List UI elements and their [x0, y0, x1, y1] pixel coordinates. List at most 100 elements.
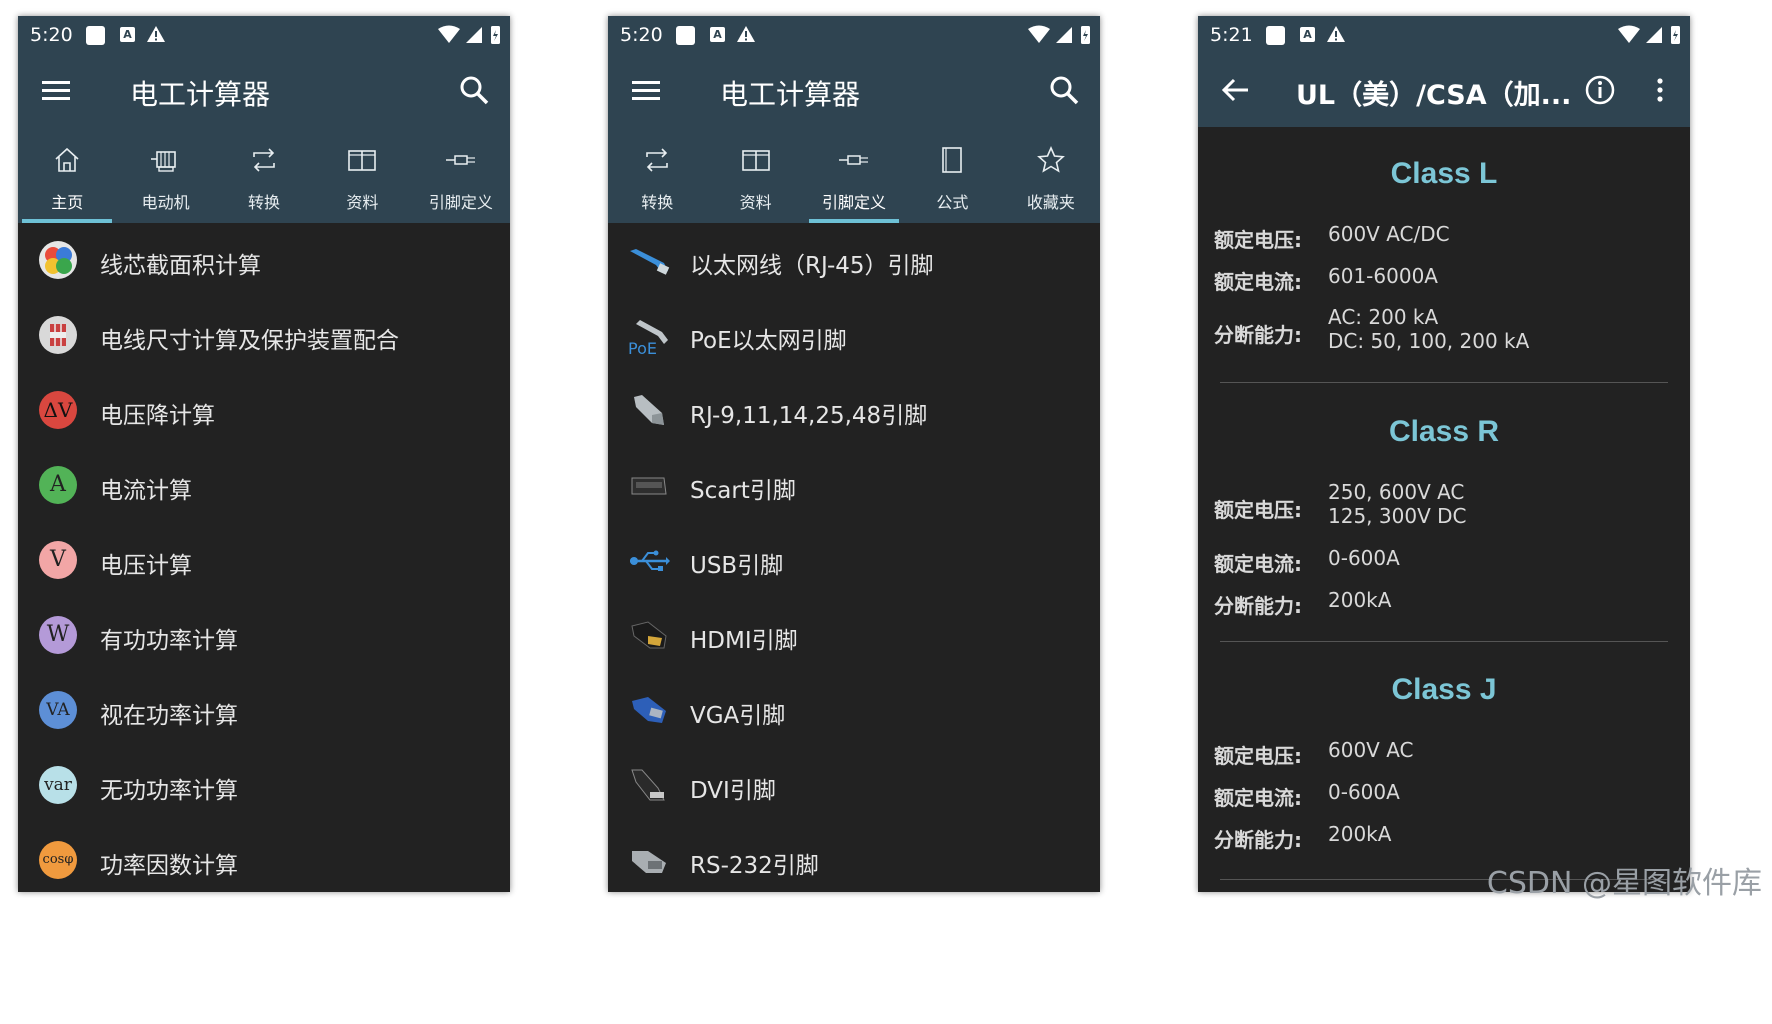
tab-label: 主页 — [51, 193, 84, 212]
list-item[interactable]: A 电流计算 — [18, 448, 510, 523]
current-label: 额定电流: — [1214, 552, 1302, 576]
item-label: Scart引脚 — [690, 478, 796, 504]
hdmi-connector-icon — [631, 621, 667, 649]
watermark: CSDN @星图软件库 — [1486, 866, 1762, 901]
list-item[interactable]: Scart引脚 — [608, 448, 1100, 523]
list-item[interactable]: var 无功功率计算 — [18, 748, 510, 823]
list-item[interactable]: V 电压计算 — [18, 523, 510, 598]
var-icon: var — [39, 766, 77, 804]
connector-icon — [839, 155, 869, 165]
dvi-connector-icon — [631, 769, 665, 801]
breaking-label: 分断能力: — [1214, 323, 1302, 347]
menu-icon[interactable] — [38, 72, 74, 108]
voltage-value: 600V AC/DC — [1328, 222, 1450, 246]
divider — [1220, 641, 1668, 642]
phone-screen-fuse-classes: 5:21 A UL（美）/CSA（加... Class L 额定电压: 600V… — [1198, 16, 1690, 892]
tab-reference[interactable]: 资料 — [313, 127, 411, 223]
current-label: 额定电流: — [1214, 786, 1302, 810]
tab-label: 收藏夹 — [1026, 193, 1075, 212]
app-bar: UL（美）/CSA（加... — [1198, 54, 1690, 127]
notification-icon — [676, 26, 695, 45]
more-vertical-icon[interactable] — [1642, 72, 1678, 108]
item-label: 线芯截面积计算 — [100, 253, 261, 279]
list-item[interactable]: 电线尺寸计算及保护装置配合 — [18, 298, 510, 373]
breaking-value: 200kA — [1328, 588, 1392, 612]
list-item[interactable]: ΔV 电压降计算 — [18, 373, 510, 448]
convert-icon — [253, 148, 275, 172]
voltage-drop-icon: ΔV — [39, 391, 77, 429]
list-item[interactable]: RJ-9,11,14,25,48引脚 — [608, 373, 1100, 448]
cos-phi-icon: cosφ — [39, 841, 77, 879]
info-icon[interactable] — [1582, 72, 1618, 108]
tab-reference[interactable]: 资料 — [706, 127, 804, 223]
a-notification-icon: A — [1300, 27, 1315, 42]
app-title: 电工计算器 — [720, 78, 861, 111]
breaking-value: AC: 200 kA — [1328, 305, 1439, 329]
menu-icon[interactable] — [628, 72, 664, 108]
search-icon[interactable] — [456, 72, 492, 108]
warning-icon — [1327, 26, 1345, 42]
phone-screen-pinouts: 5:20 A 电工计算器 转换 资料 引脚定义 公式 收藏夹 以太网线（RJ-4… — [608, 16, 1100, 892]
list-item[interactable]: W 有功功率计算 — [18, 598, 510, 673]
class-title: Class L — [1390, 157, 1498, 190]
item-label: PoE以太网引脚 — [690, 328, 847, 354]
tab-pinout[interactable]: 引脚定义 — [412, 127, 510, 223]
list-item[interactable]: 以太网线（RJ-45）引脚 — [608, 223, 1100, 298]
va-icon: VA — [39, 691, 77, 729]
usb-icon — [630, 550, 670, 571]
a-notification-icon: A — [710, 27, 725, 42]
tab-convert[interactable]: 转换 — [215, 127, 313, 223]
svg-text:PoE: PoE — [628, 339, 657, 358]
tab-label: 公式 — [936, 193, 969, 212]
item-label: 视在功率计算 — [100, 703, 238, 729]
list-item[interactable]: cosφ 功率因数计算 — [18, 823, 510, 892]
ethernet-cable-icon — [630, 249, 670, 275]
list-item[interactable]: RS-232引脚 — [608, 823, 1100, 892]
a-notification-icon: A — [120, 27, 135, 42]
tab-home[interactable]: 主页 — [18, 127, 116, 223]
status-bar: 5:21 A — [1198, 16, 1690, 54]
connector-icon — [445, 155, 475, 165]
back-arrow-icon[interactable] — [1218, 72, 1254, 108]
breaking-label: 分断能力: — [1214, 594, 1302, 618]
item-label: 电线尺寸计算及保护装置配合 — [100, 328, 399, 354]
poe-cable-icon: PoE — [628, 320, 668, 358]
item-label: 电压计算 — [100, 553, 192, 579]
list-item[interactable]: 线芯截面积计算 — [18, 223, 510, 298]
tab-pinout[interactable]: 引脚定义 — [805, 127, 903, 223]
app-bar: 电工计算器 — [18, 54, 510, 127]
list-item[interactable]: VGA引脚 — [608, 673, 1100, 748]
list-item[interactable]: VA 视在功率计算 — [18, 673, 510, 748]
list-item[interactable]: PoE PoE以太网引脚 — [608, 298, 1100, 373]
status-time: 5:20 — [620, 24, 663, 46]
wire-fuse-icon — [39, 316, 77, 354]
tab-favorites[interactable]: 收藏夹 — [1002, 127, 1100, 223]
breaking-value: 200kA — [1328, 822, 1392, 846]
rs232-connector-icon — [632, 851, 666, 873]
current-value: 0-600A — [1328, 546, 1400, 570]
list-item[interactable]: HDMI引脚 — [608, 598, 1100, 673]
warning-icon — [147, 26, 165, 42]
search-icon[interactable] — [1046, 72, 1082, 108]
item-label: DVI引脚 — [690, 778, 776, 804]
tab-convert[interactable]: 转换 — [608, 127, 706, 223]
tab-label: 引脚定义 — [428, 193, 493, 212]
list-item[interactable]: USB引脚 — [608, 523, 1100, 598]
voltage-label: 额定电压: — [1214, 744, 1302, 768]
volt-icon: V — [39, 541, 77, 579]
tab-label: 资料 — [346, 193, 379, 212]
item-label: USB引脚 — [690, 553, 784, 579]
list-item[interactable]: DVI引脚 — [608, 748, 1100, 823]
tab-motor[interactable]: 电动机 — [116, 127, 214, 223]
book-open-icon — [348, 150, 377, 171]
tab-label: 转换 — [248, 193, 281, 212]
status-time: 5:20 — [30, 24, 73, 46]
item-label: 电流计算 — [100, 478, 192, 504]
item-label: 以太网线（RJ-45）引脚 — [690, 253, 934, 279]
voltage-value: 600V AC — [1328, 738, 1414, 762]
phone-screen-home: 5:20 A 电工计算器 主页 电动机 转换 资料 引脚定义 线芯截面积计算 电… — [18, 16, 510, 892]
wifi-signal-battery-icon — [438, 25, 500, 44]
pinout-list: 以太网线（RJ-45）引脚 PoE PoE以太网引脚 RJ-9,11,14,25… — [608, 223, 1100, 892]
tab-label: 转换 — [641, 193, 674, 212]
tab-formula[interactable]: 公式 — [903, 127, 1001, 223]
